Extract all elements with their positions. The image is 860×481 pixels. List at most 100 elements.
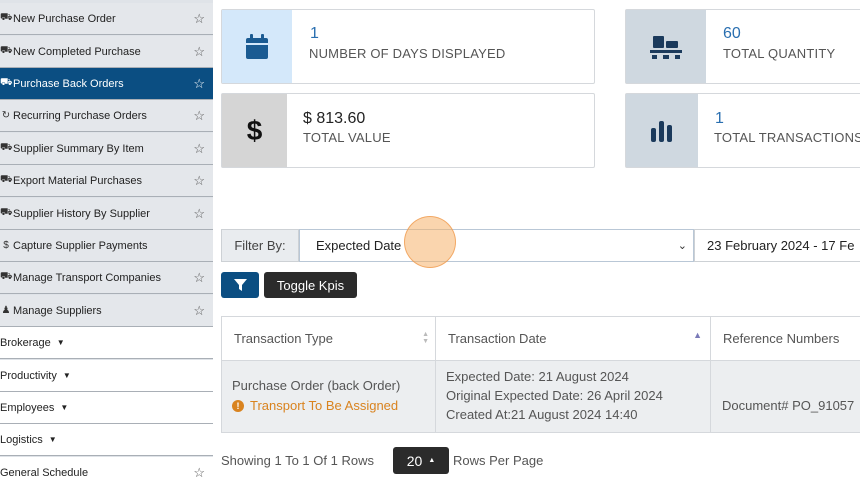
- kpi-label: TOTAL QUANTITY: [723, 46, 836, 61]
- star-icon[interactable]: ☆: [193, 303, 205, 319]
- page-size-dropdown[interactable]: 20 ▲: [393, 447, 449, 474]
- kpi-value: 60: [723, 25, 741, 42]
- truck-icon: ⛟: [0, 271, 13, 282]
- sidebar-item-employees[interactable]: Employees ▼: [0, 392, 213, 424]
- calendar-icon: [222, 10, 292, 83]
- refresh-icon: ↻: [1, 110, 11, 121]
- kpi-value: $ 813.60: [303, 110, 366, 127]
- sidebar-item-new-completed-purchase[interactable]: ⛟ New Completed Purchase ☆: [0, 36, 213, 68]
- kpi-label: TOTAL VALUE: [303, 130, 391, 145]
- sidebar-item-label: Manage Transport Companies: [13, 271, 161, 284]
- sidebar-item-capture-supplier-payments[interactable]: $ Capture Supplier Payments: [0, 230, 213, 262]
- pallet-icon: [626, 10, 706, 83]
- sidebar-item-label: Brokerage: [0, 336, 51, 349]
- kpi-days-displayed: 1 NUMBER OF DAYS DISPLAYED: [221, 9, 595, 84]
- kpi-total-quantity: 60 TOTAL QUANTITY: [625, 9, 860, 84]
- star-icon[interactable]: ☆: [193, 173, 205, 189]
- dollar-icon: $: [3, 240, 9, 251]
- status-warning: ! Transport To Be Assigned: [232, 398, 398, 413]
- sidebar-item-label: Capture Supplier Payments: [13, 239, 148, 252]
- sidebar-item-label: Export Material Purchases: [13, 174, 142, 187]
- truck-icon: ⛟: [0, 207, 13, 218]
- kpi-total-transactions: 1 TOTAL TRANSACTIONS: [625, 93, 860, 168]
- date-range-input[interactable]: 23 February 2024 - 17 Fe: [694, 229, 860, 262]
- column-header-transaction-type[interactable]: Transaction Type ▲ ▼: [222, 317, 436, 360]
- sidebar-item-general-schedule[interactable]: General Schedule ☆: [0, 457, 213, 481]
- table-header: Transaction Type ▲ ▼ Transaction Date ▲ R…: [221, 316, 860, 361]
- sidebar: ⛟ New Purchase Order ☆ ⛟ New Completed P…: [0, 0, 213, 481]
- caret-down-icon: ▼: [56, 338, 65, 347]
- sidebar-item-recurring-purchase-orders[interactable]: ↻ Recurring Purchase Orders ☆: [0, 100, 213, 132]
- truck-icon: ⛟: [0, 77, 13, 88]
- star-icon[interactable]: ☆: [193, 465, 205, 481]
- star-icon[interactable]: ☆: [193, 108, 205, 124]
- sidebar-item-supplier-summary-by-item[interactable]: ⛟ Supplier Summary By Item ☆: [0, 133, 213, 165]
- kpi-value: 1: [715, 110, 724, 127]
- bar-chart-icon: [626, 94, 698, 167]
- sidebar-item-purchase-back-orders[interactable]: ⛟ Purchase Back Orders ☆: [0, 68, 213, 100]
- truck-icon: ⛟: [0, 12, 13, 23]
- sidebar-item-label: Productivity: [0, 369, 57, 382]
- column-header-label: Transaction Type: [234, 331, 333, 346]
- star-icon[interactable]: ☆: [193, 76, 205, 92]
- sidebar-item-manage-transport-companies[interactable]: ⛟ Manage Transport Companies ☆: [0, 262, 213, 294]
- kpi-label: TOTAL TRANSACTIONS: [714, 130, 860, 145]
- users-icon: ♟: [1, 305, 11, 316]
- sidebar-item-label: Supplier History By Supplier: [13, 207, 150, 220]
- rows-per-page-label: Rows Per Page: [453, 453, 544, 468]
- sidebar-item-label: Logistics: [0, 433, 43, 446]
- caret-down-icon: ▼: [62, 371, 71, 380]
- sidebar-item-manage-suppliers[interactable]: ♟ Manage Suppliers ☆: [0, 295, 213, 327]
- filter-selected-value: Expected Date: [316, 238, 402, 253]
- sort-ascending-icon: ▲: [693, 330, 702, 340]
- caret-up-icon: ▲: [428, 457, 436, 464]
- sort-icon: ▲ ▼: [422, 331, 429, 345]
- expected-date: Expected Date: 21 August 2024: [446, 369, 629, 384]
- star-icon[interactable]: ☆: [193, 270, 205, 286]
- status-text: Transport To Be Assigned: [250, 398, 399, 413]
- dollar-icon: $: [222, 94, 287, 167]
- table-row[interactable]: Purchase Order (back Order) ! Transport …: [221, 361, 860, 433]
- toggle-kpis-button[interactable]: Toggle Kpis: [264, 272, 357, 298]
- sidebar-item-brokerage[interactable]: Brokerage ▼: [0, 327, 213, 359]
- column-header-reference-numbers[interactable]: Reference Numbers: [711, 317, 860, 360]
- sidebar-item-label: Manage Suppliers: [13, 304, 102, 317]
- original-expected-date: Original Expected Date: 26 April 2024: [446, 388, 663, 403]
- filter-button[interactable]: [221, 272, 259, 298]
- cell-transaction-date: Expected Date: 21 August 2024 Original E…: [436, 361, 711, 432]
- sidebar-item-label: Purchase Back Orders: [13, 77, 124, 90]
- sidebar-item-label: Employees: [0, 401, 55, 414]
- sidebar-item-productivity[interactable]: Productivity ▼: [0, 360, 213, 392]
- transaction-type-text: Purchase Order (back Order): [232, 378, 401, 393]
- kpi-label: NUMBER OF DAYS DISPLAYED: [309, 46, 506, 61]
- filter-by-label: Filter By:: [221, 229, 299, 262]
- sidebar-item-label: General Schedule: [0, 466, 89, 479]
- sidebar-item-label: Recurring Purchase Orders: [13, 109, 147, 122]
- pager-summary: Showing 1 To 1 Of 1 Rows: [221, 453, 374, 468]
- page-size-value: 20: [406, 452, 423, 469]
- created-at: Created At:21 August 2024 14:40: [446, 407, 638, 422]
- info-icon: !: [232, 399, 244, 412]
- star-icon[interactable]: ☆: [193, 141, 205, 157]
- sidebar-item-logistics[interactable]: Logistics ▼: [0, 424, 213, 456]
- sidebar-item-label: New Purchase Order: [13, 12, 116, 25]
- filter-icon: [233, 279, 247, 291]
- sidebar-item-supplier-history-by-supplier[interactable]: ⛟ Supplier History By Supplier ☆: [0, 198, 213, 230]
- truck-icon: ⛟: [0, 174, 13, 185]
- sidebar-item-export-material-purchases[interactable]: ⛟ Export Material Purchases ☆: [0, 165, 213, 197]
- reference-text: Document# PO_91057: [722, 398, 855, 413]
- sidebar-item-new-purchase-order[interactable]: ⛟ New Purchase Order ☆: [0, 3, 213, 35]
- column-header-transaction-date[interactable]: Transaction Date ▲: [436, 317, 711, 360]
- filter-by-select[interactable]: Expected Date ⌄: [299, 229, 694, 262]
- star-icon[interactable]: ☆: [193, 44, 205, 60]
- kpi-total-value: $ $ 813.60 TOTAL VALUE: [221, 93, 595, 168]
- column-header-label: Transaction Date: [448, 331, 547, 346]
- sidebar-item-label: Supplier Summary By Item: [13, 142, 144, 155]
- cell-transaction-type: Purchase Order (back Order) ! Transport …: [222, 361, 436, 432]
- star-icon[interactable]: ☆: [193, 11, 205, 27]
- truck-icon: ⛟: [0, 142, 13, 153]
- cell-reference-numbers: Document# PO_91057: [711, 361, 860, 432]
- sidebar-item-label: New Completed Purchase: [13, 45, 141, 58]
- star-icon[interactable]: ☆: [193, 206, 205, 222]
- column-header-label: Reference Numbers: [723, 331, 840, 346]
